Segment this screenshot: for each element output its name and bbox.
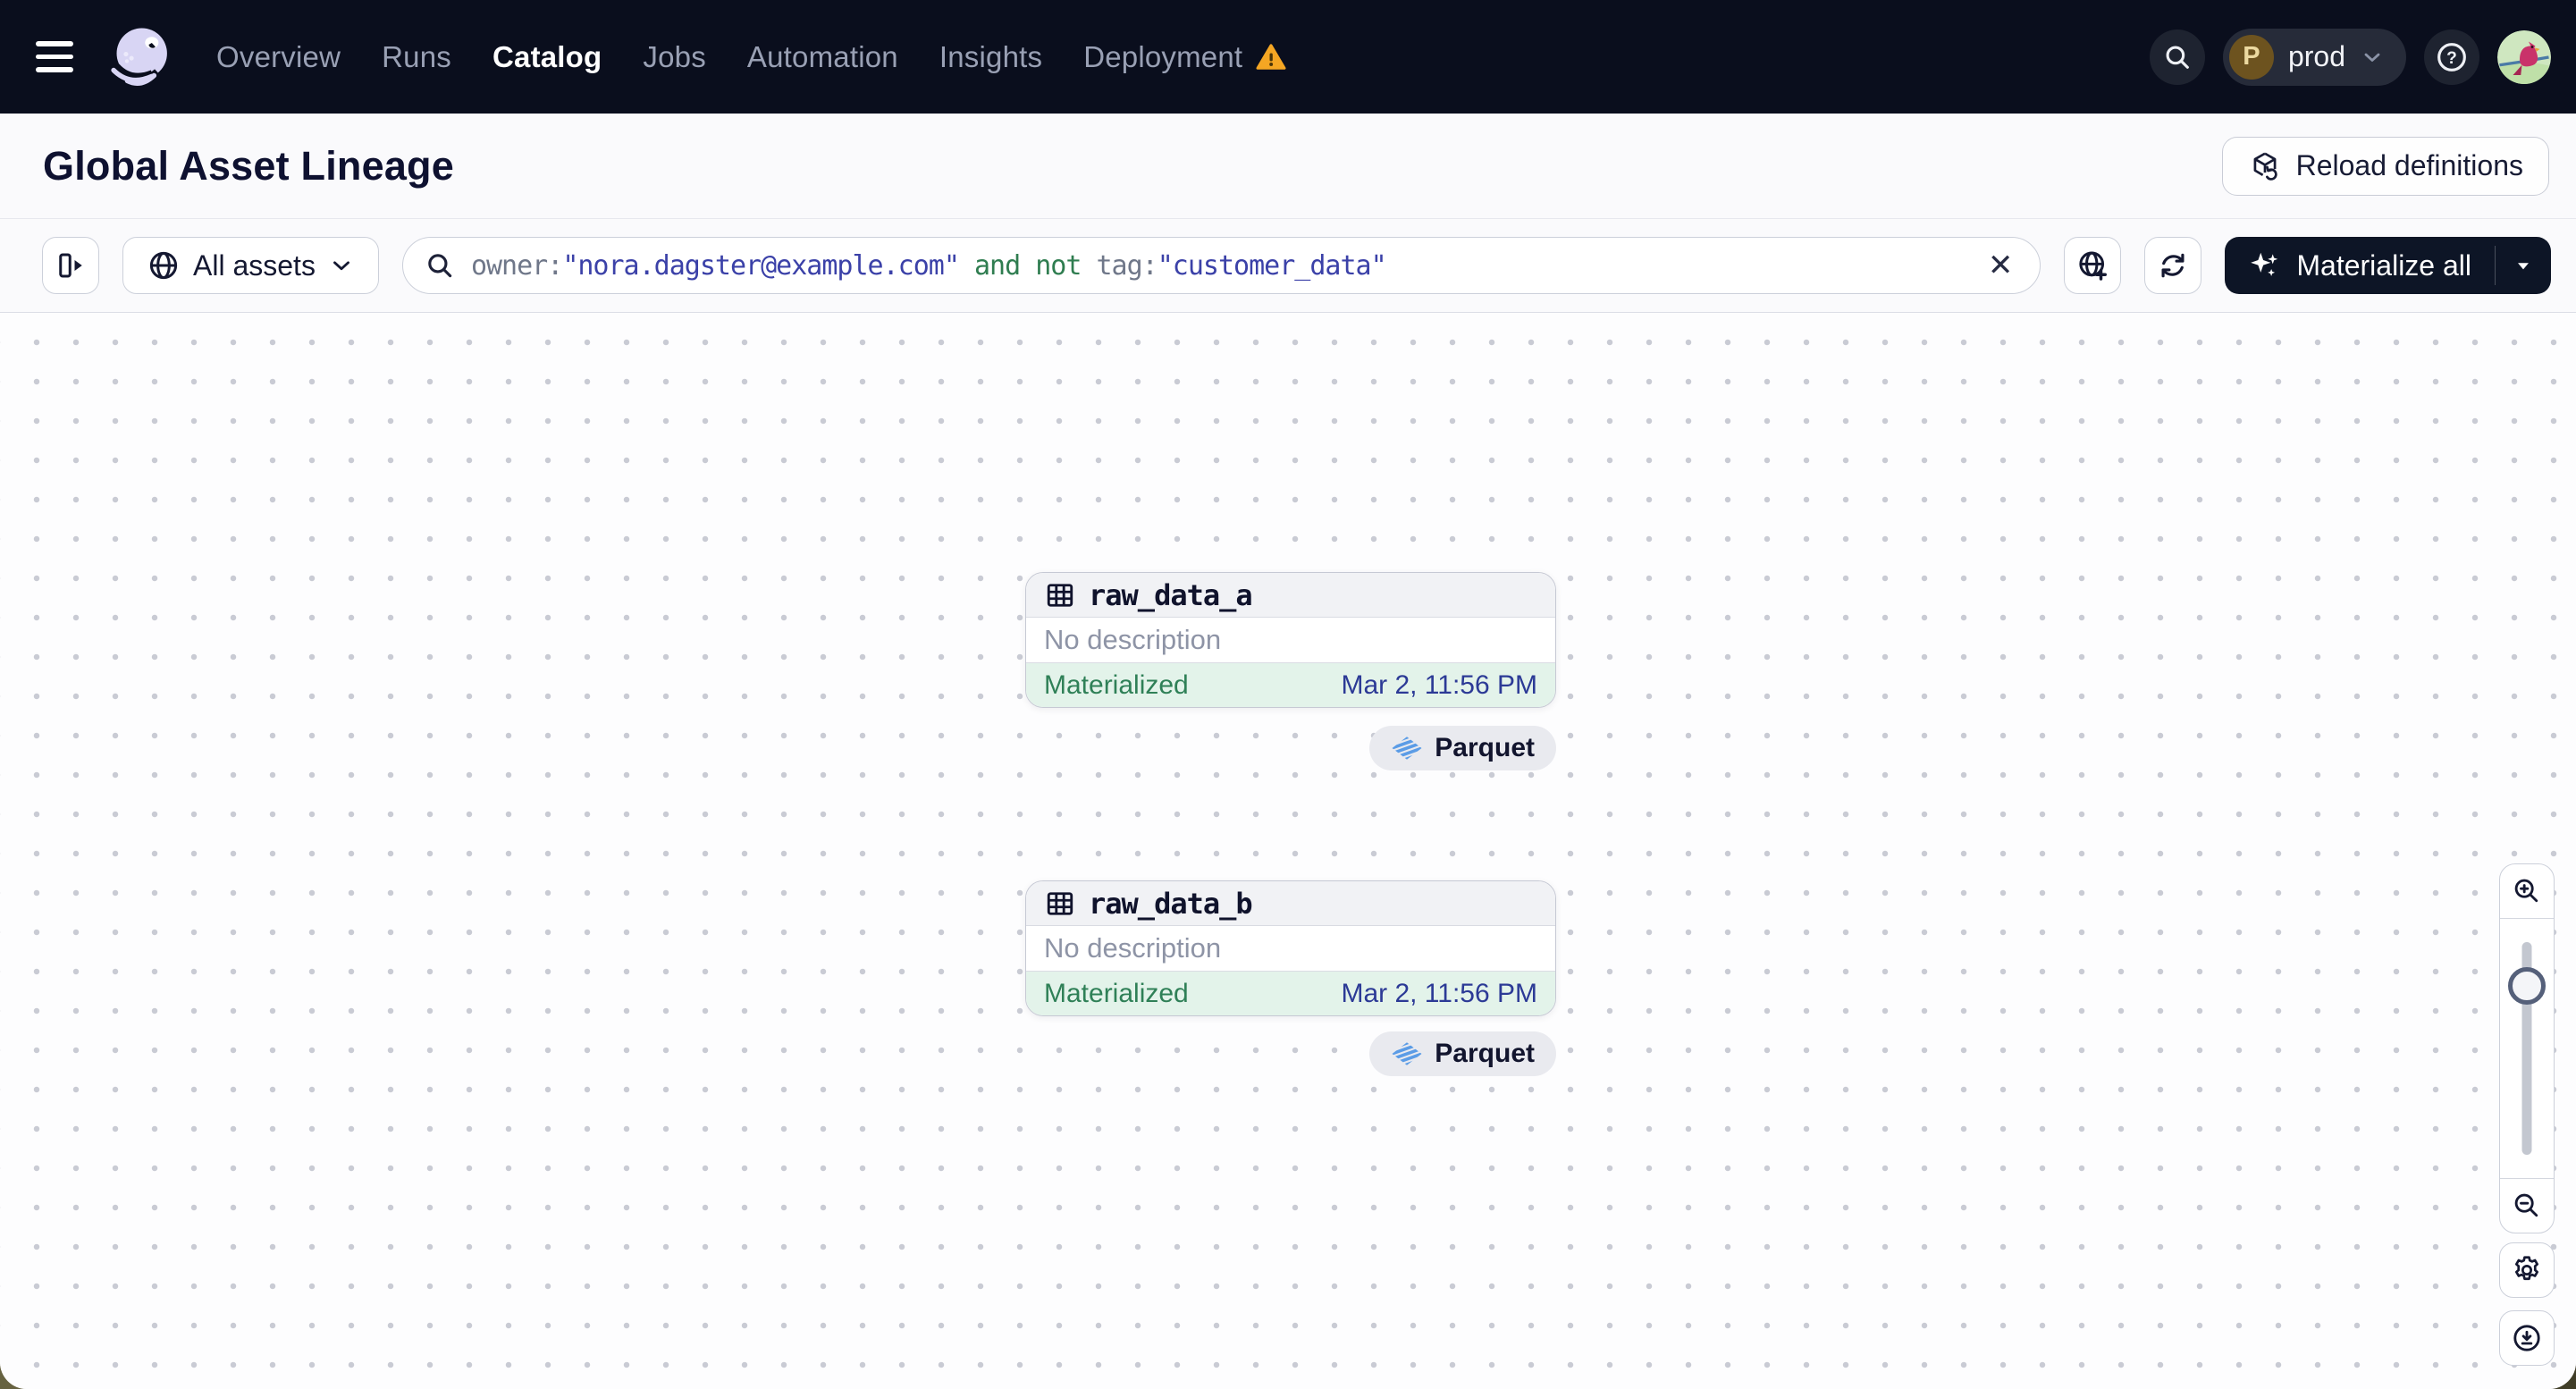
materialize-options-button[interactable] <box>2496 237 2551 294</box>
help-button[interactable]: ? <box>2424 29 2479 85</box>
filter-query: owner:"nora.dagster@example.com" and not… <box>470 249 1387 282</box>
warning-icon <box>1256 43 1286 70</box>
zoom-controls <box>2499 863 2555 1233</box>
chevron-down-icon <box>333 261 349 271</box>
parquet-icon <box>1392 1042 1422 1065</box>
table-icon <box>1047 583 1073 607</box>
page-title: Global Asset Lineage <box>43 142 454 189</box>
query-operator: and not <box>958 249 1097 282</box>
globe-icon <box>149 251 178 280</box>
user-avatar[interactable] <box>2497 29 2551 84</box>
environment-initial: P <box>2228 34 2274 80</box>
new-scope-button[interactable] <box>2064 237 2122 294</box>
query-value: "nora.dagster@example.com" <box>562 249 960 282</box>
app-window: Overview Runs Catalog Jobs Automation In… <box>0 0 2576 1389</box>
clear-filter-icon[interactable]: ✕ <box>1981 247 2021 284</box>
nav-item-automation[interactable]: Automation <box>747 40 898 74</box>
refresh-button[interactable] <box>2144 237 2202 294</box>
asset-scope-dropdown[interactable]: All assets <box>122 237 379 294</box>
kind-badge-parquet[interactable]: Parquet <box>1369 1031 1556 1076</box>
asset-node-header: raw_data_b <box>1026 881 1555 926</box>
status-badge: Materialized <box>1044 978 1189 1008</box>
asset-description: No description <box>1044 932 1222 964</box>
asset-name: raw_data_b <box>1089 886 1253 921</box>
nav-item-catalog[interactable]: Catalog <box>492 40 602 74</box>
graph-settings-button[interactable] <box>2499 1242 2555 1298</box>
asset-node-raw-data-b[interactable]: raw_data_b No description Materialized M… <box>1025 880 1556 1016</box>
kind-badge-label: Parquet <box>1435 733 1535 762</box>
asset-node-raw-data-a[interactable]: raw_data_a No description Materialized M… <box>1025 572 1556 708</box>
nav-item-deployment[interactable]: Deployment <box>1083 40 1287 74</box>
svg-text:?: ? <box>2446 49 2457 68</box>
reload-definitions-button[interactable]: Reload definitions <box>2221 136 2549 196</box>
zoom-in-icon <box>2514 879 2538 903</box>
nav-links: Overview Runs Catalog Jobs Automation In… <box>216 40 1287 74</box>
asset-scope-label: All assets <box>193 248 316 282</box>
search-icon <box>428 254 452 278</box>
materialize-all-button[interactable]: Materialize all <box>2225 237 2495 294</box>
materialization-timestamp[interactable]: Mar 2, 11:56 PM <box>1341 670 1537 701</box>
help-icon: ? <box>2437 42 2466 72</box>
page-header: Global Asset Lineage Reload definitions <box>0 114 2576 219</box>
download-icon <box>2513 1325 2540 1351</box>
lineage-canvas[interactable]: raw_data_a No description Materialized M… <box>0 313 2576 1389</box>
asset-filter-input[interactable]: owner:"nora.dagster@example.com" and not… <box>401 237 2041 294</box>
materialize-split-button: Materialize all <box>2225 237 2551 294</box>
reload-definitions-icon <box>2253 152 2277 181</box>
zoom-slider-thumb[interactable] <box>2508 967 2546 1005</box>
zoom-out-icon <box>2514 1193 2538 1217</box>
environment-switcher[interactable]: P prod <box>2222 28 2406 86</box>
asset-description: No description <box>1044 624 1222 655</box>
sparkles-icon <box>2251 252 2278 276</box>
environment-label: prod <box>2287 40 2345 72</box>
dagster-logo-icon[interactable] <box>104 21 177 94</box>
download-graph-button[interactable] <box>2499 1310 2555 1366</box>
zoom-in-button[interactable] <box>2500 864 2554 918</box>
globe-plus-icon <box>2079 251 2108 281</box>
asset-name: raw_data_a <box>1089 577 1253 612</box>
open-panel-button[interactable] <box>42 237 99 294</box>
materialize-all-label: Materialize all <box>2296 248 2471 282</box>
chevron-down-icon <box>2364 53 2380 62</box>
asset-node-header: raw_data_a <box>1026 573 1555 618</box>
search-icon <box>2166 46 2189 69</box>
status-badge: Materialized <box>1044 669 1189 700</box>
nav-item-overview[interactable]: Overview <box>216 40 341 74</box>
top-nav: Overview Runs Catalog Jobs Automation In… <box>0 0 2576 114</box>
asset-status-row: Materialized Mar 2, 11:56 PM <box>1026 662 1555 707</box>
lineage-toolbar: All assets owner:"nora.dagster@example.c… <box>0 219 2576 313</box>
open-panel-icon <box>59 253 82 278</box>
parquet-icon <box>1392 737 1422 760</box>
refresh-icon <box>2161 253 2185 278</box>
search-button[interactable] <box>2149 29 2205 85</box>
query-key: owner: <box>470 249 563 282</box>
query-value: "customer_data" <box>1157 249 1387 282</box>
nav-item-deployment-label: Deployment <box>1083 39 1243 73</box>
hamburger-menu-icon[interactable] <box>27 29 84 86</box>
reload-definitions-label: Reload definitions <box>2295 149 2523 181</box>
gear-icon <box>2514 1256 2539 1281</box>
zoom-out-button[interactable] <box>2500 1179 2554 1233</box>
table-icon <box>1047 891 1073 915</box>
nav-right-cluster: P prod ? <box>2149 28 2551 86</box>
kind-badge-parquet[interactable]: Parquet <box>1369 726 1556 770</box>
avatar-bird-image <box>2497 29 2551 84</box>
caret-down-icon <box>2518 263 2529 270</box>
nav-item-runs[interactable]: Runs <box>382 40 451 74</box>
materialization-timestamp[interactable]: Mar 2, 11:56 PM <box>1341 979 1537 1009</box>
zoom-slider <box>2500 918 2554 1179</box>
asset-status-row: Materialized Mar 2, 11:56 PM <box>1026 971 1555 1015</box>
nav-item-insights[interactable]: Insights <box>939 40 1042 74</box>
kind-badge-label: Parquet <box>1435 1039 1535 1068</box>
nav-item-jobs[interactable]: Jobs <box>643 40 706 74</box>
query-key: tag: <box>1096 249 1158 282</box>
